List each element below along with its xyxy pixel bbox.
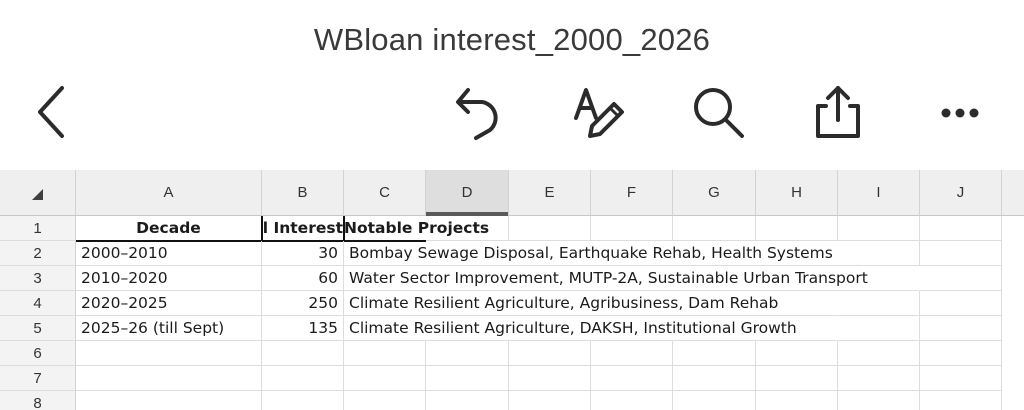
cell-j6[interactable] xyxy=(920,341,1002,366)
cell-a7[interactable] xyxy=(76,366,262,391)
search-icon[interactable] xyxy=(686,80,750,144)
row-header-6[interactable]: 6 xyxy=(0,341,76,366)
more-icon[interactable] xyxy=(928,80,992,144)
cell-a5[interactable]: 2025–26 (till Sept) xyxy=(76,316,262,341)
cell-a1[interactable]: Decade xyxy=(76,216,262,241)
cell-e7[interactable] xyxy=(509,366,591,391)
cell-j8[interactable] xyxy=(920,391,1002,410)
cell-i1[interactable] xyxy=(838,216,920,241)
row-header-2[interactable]: 2 xyxy=(0,241,76,266)
cell-h6[interactable] xyxy=(756,341,838,366)
cell-j4[interactable] xyxy=(920,291,1002,316)
column-header-i[interactable]: I xyxy=(838,170,920,216)
column-header-c[interactable]: C xyxy=(344,170,426,216)
cell-i7[interactable] xyxy=(838,366,920,391)
row-header-5[interactable]: 5 xyxy=(0,316,76,341)
cell-d1[interactable] xyxy=(426,216,509,241)
cell-a3[interactable]: 2010–2020 xyxy=(76,266,262,291)
cell-h8[interactable] xyxy=(756,391,838,410)
cell-d7[interactable] xyxy=(426,366,509,391)
cell-b5[interactable]: 135 xyxy=(262,316,344,341)
cell-d6[interactable] xyxy=(426,341,509,366)
cell-e6[interactable] xyxy=(509,341,591,366)
cell-f1[interactable] xyxy=(591,216,673,241)
cell-a8[interactable] xyxy=(76,391,262,410)
cell-g7[interactable] xyxy=(673,366,756,391)
column-header-j[interactable]: J xyxy=(920,170,1002,216)
cell-i8[interactable] xyxy=(838,391,920,410)
cell-c7[interactable] xyxy=(344,366,426,391)
spreadsheet-grid[interactable]: A B C D E F G H I J 1 2 3 4 5 6 7 8 Deca… xyxy=(0,170,1024,410)
cell-a4[interactable]: 2020–2025 xyxy=(76,291,262,316)
cell-j3[interactable] xyxy=(920,266,1002,291)
cell-i6[interactable] xyxy=(838,341,920,366)
column-header-d[interactable]: D xyxy=(426,170,509,216)
cell-e1[interactable] xyxy=(509,216,591,241)
cell-a2[interactable]: 2000–2010 xyxy=(76,241,262,266)
column-header-a[interactable]: A xyxy=(76,170,262,216)
cell-f7[interactable] xyxy=(591,366,673,391)
cell-b6[interactable] xyxy=(262,341,344,366)
cell-b7[interactable] xyxy=(262,366,344,391)
header-separator-ab xyxy=(261,216,263,241)
row-header-1[interactable]: 1 xyxy=(0,216,76,241)
cell-c1[interactable]: Notable Projects xyxy=(344,216,490,241)
cell-c8[interactable] xyxy=(344,391,426,410)
cell-f8[interactable] xyxy=(591,391,673,410)
cell-d8[interactable] xyxy=(426,391,509,410)
cell-c3[interactable]: Water Sector Improvement, MUTP-2A, Susta… xyxy=(344,266,920,291)
cell-c2[interactable]: Bombay Sewage Disposal, Earthquake Rehab… xyxy=(344,241,864,266)
column-header-e[interactable]: E xyxy=(509,170,591,216)
back-chevron-icon[interactable] xyxy=(20,80,84,144)
cell-b2[interactable]: 30 xyxy=(262,241,344,266)
cell-i4[interactable] xyxy=(838,291,920,316)
row-header-4[interactable]: 4 xyxy=(0,291,76,316)
cell-j1[interactable] xyxy=(920,216,1002,241)
column-header-b[interactable]: B xyxy=(262,170,344,216)
cell-h1[interactable] xyxy=(756,216,838,241)
row-header-7[interactable]: 7 xyxy=(0,366,76,391)
cell-i5[interactable] xyxy=(838,316,920,341)
cell-a6[interactable] xyxy=(76,341,262,366)
cell-c6[interactable] xyxy=(344,341,426,366)
cell-i2[interactable] xyxy=(864,241,920,266)
cell-e8[interactable] xyxy=(509,391,591,410)
cell-c5[interactable]: Climate Resilient Agriculture, DAKSH, In… xyxy=(344,316,838,341)
cell-h7[interactable] xyxy=(756,366,838,391)
row-header-8[interactable]: 8 xyxy=(0,391,76,410)
undo-icon[interactable] xyxy=(446,80,510,144)
cell-j7[interactable] xyxy=(920,366,1002,391)
column-header-f[interactable]: F xyxy=(591,170,673,216)
cell-b3[interactable]: 60 xyxy=(262,266,344,291)
cell-g8[interactable] xyxy=(673,391,756,410)
document-title: WBloan interest_2000_2026 xyxy=(313,22,711,57)
cell-b8[interactable] xyxy=(262,391,344,410)
cell-j2[interactable] xyxy=(920,241,1002,266)
annual-interest-label: Annual Interest xyxy=(262,219,343,237)
cell-g1[interactable] xyxy=(673,216,756,241)
text-format-pen-icon[interactable] xyxy=(566,80,630,144)
column-header-h[interactable]: H xyxy=(756,170,838,216)
header-separator-bc xyxy=(343,216,345,241)
cell-b1[interactable]: Annual Interest xyxy=(262,216,344,241)
cell-f6[interactable] xyxy=(591,341,673,366)
select-all-corner[interactable] xyxy=(0,170,76,216)
select-all-icon xyxy=(32,189,43,200)
cell-g6[interactable] xyxy=(673,341,756,366)
cell-j5[interactable] xyxy=(920,316,1002,341)
column-header-k[interactable] xyxy=(1002,170,1024,216)
column-header-g[interactable]: G xyxy=(673,170,756,216)
share-icon[interactable] xyxy=(806,80,870,144)
cell-b4[interactable]: 250 xyxy=(262,291,344,316)
cell-c4[interactable]: Climate Resilient Agriculture, Agribusin… xyxy=(344,291,838,316)
row-header-3[interactable]: 3 xyxy=(0,266,76,291)
